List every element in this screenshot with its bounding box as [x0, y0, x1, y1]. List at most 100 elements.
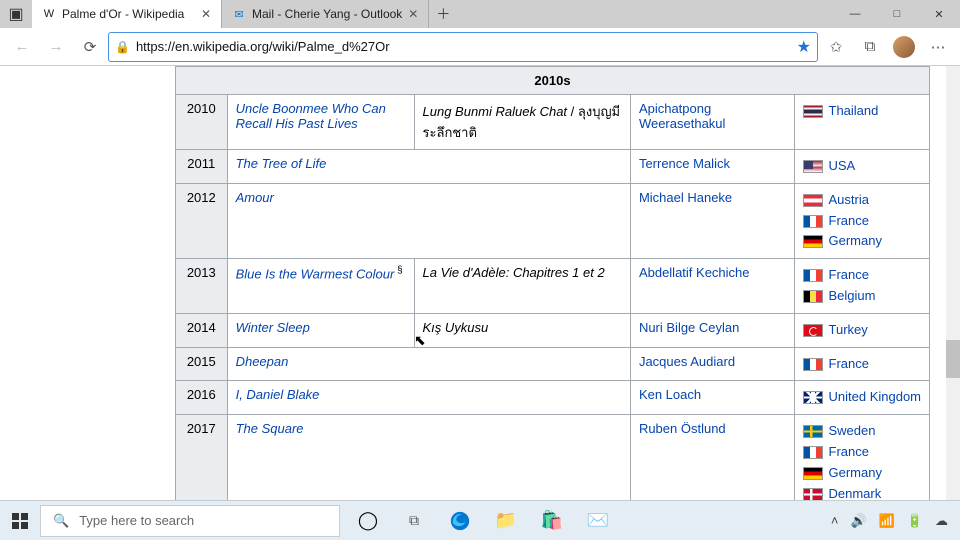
- country-entry[interactable]: Denmark: [803, 484, 922, 500]
- country-entry[interactable]: Germany: [803, 463, 922, 484]
- forward-button[interactable]: →: [40, 31, 72, 63]
- tab-title: Palme d'Or - Wikipedia: [62, 7, 184, 21]
- year-cell: 2012: [176, 183, 228, 258]
- film-title-cell[interactable]: I, Daniel Blake: [227, 381, 630, 415]
- store-icon[interactable]: 🛍️: [534, 503, 570, 539]
- country-cell: AustriaFranceGermany: [794, 183, 930, 258]
- favicon-mail: ✉: [232, 7, 246, 21]
- year-cell: 2016: [176, 381, 228, 415]
- maximize-button[interactable]: □: [876, 8, 918, 21]
- year-cell: 2014: [176, 313, 228, 347]
- flag-icon: [803, 425, 823, 438]
- director-cell[interactable]: Terrence Malick: [630, 150, 794, 184]
- titlebar: ▣ W Palme d'Or - Wikipedia ✕ ✉ Mail - Ch…: [0, 0, 960, 28]
- table-row: 2015DheepanJacques Audiard France: [176, 347, 930, 381]
- table-row: 2012AmourMichael HanekeAustriaFranceGerm…: [176, 183, 930, 258]
- scrollbar-thumb[interactable]: [946, 340, 960, 378]
- country-entry[interactable]: France: [803, 211, 922, 232]
- country-entry[interactable]: France: [803, 354, 922, 375]
- taskbar-search[interactable]: 🔍 Type here to search: [40, 505, 340, 537]
- country-entry[interactable]: France: [803, 265, 922, 286]
- director-cell[interactable]: Ken Loach: [630, 381, 794, 415]
- scrollbar-track[interactable]: [946, 66, 960, 500]
- flag-icon: [803, 160, 823, 173]
- country-entry[interactable]: United Kingdom: [803, 387, 922, 408]
- tab-outlook[interactable]: ✉ Mail - Cherie Yang - Outlook ✕: [222, 0, 429, 28]
- edge-icon[interactable]: [442, 503, 478, 539]
- original-title-cell: La Vie d'Adèle: Chapitres 1 et 2: [414, 259, 630, 314]
- film-title-cell[interactable]: Dheepan: [227, 347, 630, 381]
- country-entry[interactable]: France: [803, 442, 922, 463]
- volume-icon[interactable]: 🔊: [850, 513, 866, 529]
- close-icon[interactable]: ✕: [201, 7, 211, 21]
- table-row: 2010Uncle Boonmee Who Can Recall His Pas…: [176, 95, 930, 150]
- battery-icon[interactable]: 🔋: [907, 513, 923, 529]
- explorer-icon[interactable]: 📁: [488, 503, 524, 539]
- year-cell: 2013: [176, 259, 228, 314]
- tab-strip: W Palme d'Or - Wikipedia ✕ ✉ Mail - Cher…: [32, 0, 457, 28]
- flag-icon: [803, 446, 823, 459]
- favorites-button[interactable]: ✩: [820, 31, 852, 63]
- original-title-cell: Lung Bunmi Raluek Chat / ลุงบุญมีระลึกชา…: [414, 95, 630, 150]
- window-controls: — □ ✕: [834, 8, 960, 21]
- flag-icon: [803, 235, 823, 248]
- address-bar[interactable]: 🔒 https://en.wikipedia.org/wiki/Palme_d%…: [108, 32, 818, 62]
- more-button[interactable]: ⋯: [922, 31, 954, 63]
- country-entry[interactable]: Turkey: [803, 320, 922, 341]
- film-title-cell[interactable]: Uncle Boonmee Who Can Recall His Past Li…: [227, 95, 414, 150]
- flag-icon: [803, 290, 823, 303]
- decade-header: 2010s: [176, 67, 930, 95]
- director-cell[interactable]: Ruben Östlund: [630, 415, 794, 500]
- film-title-cell[interactable]: Blue Is the Warmest Colour §: [227, 259, 414, 314]
- table-row: 2011The Tree of LifeTerrence Malick USA: [176, 150, 930, 184]
- flag-icon: [803, 269, 823, 282]
- table-row: 2013Blue Is the Warmest Colour §La Vie d…: [176, 259, 930, 314]
- director-cell[interactable]: Jacques Audiard: [630, 347, 794, 381]
- close-window-button[interactable]: ✕: [918, 8, 960, 21]
- director-cell[interactable]: Michael Haneke: [630, 183, 794, 258]
- tray-chevron-icon[interactable]: ˄: [831, 513, 839, 528]
- cortana-icon[interactable]: ◯: [350, 503, 386, 539]
- flag-icon: [803, 194, 823, 207]
- profile-avatar[interactable]: [888, 31, 920, 63]
- country-entry[interactable]: Sweden: [803, 421, 922, 442]
- country-entry[interactable]: Thailand: [803, 101, 922, 122]
- film-title-cell[interactable]: The Square: [227, 415, 630, 500]
- director-cell[interactable]: Nuri Bilge Ceylan: [630, 313, 794, 347]
- country-cell: FranceBelgium: [794, 259, 930, 314]
- country-entry[interactable]: Belgium: [803, 286, 922, 307]
- browser-toolbar: ← → ⟳ 🔒 https://en.wikipedia.org/wiki/Pa…: [0, 28, 960, 66]
- new-tab-button[interactable]: ＋: [429, 0, 457, 28]
- director-cell[interactable]: Abdellatif Kechiche: [630, 259, 794, 314]
- country-entry[interactable]: Germany: [803, 231, 922, 252]
- year-cell: 2017: [176, 415, 228, 500]
- system-tray: ˄ 🔊 📶 🔋 ☁: [831, 513, 960, 529]
- film-title-cell[interactable]: Winter Sleep: [227, 313, 414, 347]
- refresh-button[interactable]: ⟳: [74, 31, 106, 63]
- url-text: https://en.wikipedia.org/wiki/Palme_d%27…: [136, 39, 791, 54]
- tab-wikipedia[interactable]: W Palme d'Or - Wikipedia ✕: [32, 0, 222, 28]
- country-entry[interactable]: Austria: [803, 190, 922, 211]
- country-cell: France: [794, 347, 930, 381]
- network-icon[interactable]: ☁: [935, 513, 948, 529]
- year-cell: 2011: [176, 150, 228, 184]
- year-cell: 2010: [176, 95, 228, 150]
- flag-icon: [803, 391, 823, 404]
- wifi-icon[interactable]: 📶: [879, 513, 895, 529]
- director-cell[interactable]: Apichatpong Weerasethakul: [630, 95, 794, 150]
- close-icon[interactable]: ✕: [408, 7, 418, 21]
- country-entry[interactable]: USA: [803, 156, 922, 177]
- flag-icon: [803, 215, 823, 228]
- film-title-cell[interactable]: Amour: [227, 183, 630, 258]
- start-button[interactable]: [0, 513, 40, 529]
- collections-button[interactable]: ⧉: [854, 31, 886, 63]
- flag-icon: [803, 467, 823, 480]
- task-view-icon[interactable]: ⧉: [396, 503, 432, 539]
- lock-icon: 🔒: [115, 40, 130, 54]
- favorite-star-icon[interactable]: ★: [797, 37, 811, 57]
- minimize-button[interactable]: —: [834, 8, 876, 21]
- back-button[interactable]: ←: [6, 31, 38, 63]
- film-title-cell[interactable]: The Tree of Life: [227, 150, 630, 184]
- mail-icon[interactable]: ✉️: [580, 503, 616, 539]
- year-cell: 2015: [176, 347, 228, 381]
